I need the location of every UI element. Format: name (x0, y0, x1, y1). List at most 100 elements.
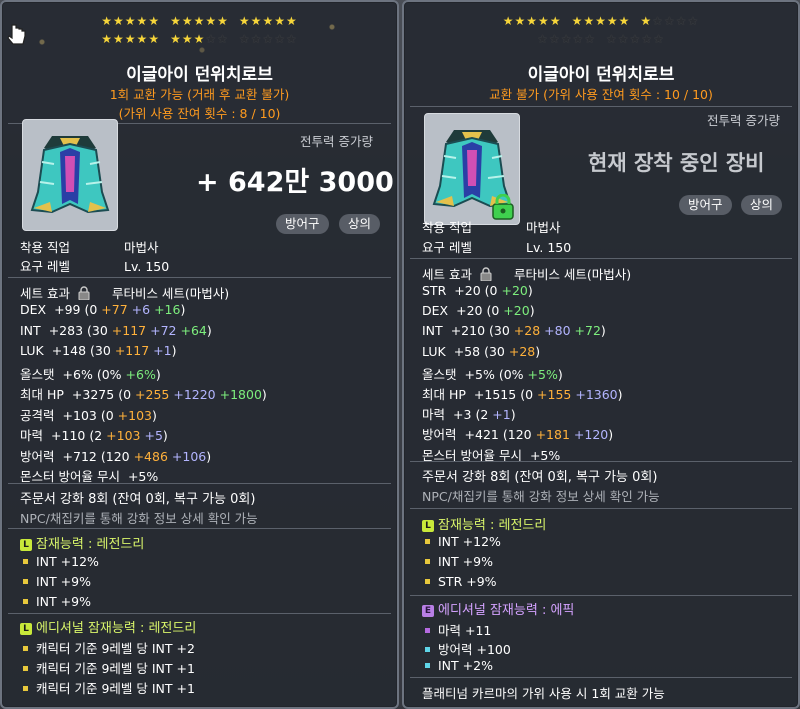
stat-end: ) (510, 407, 516, 423)
stat-end: ) (155, 366, 161, 382)
additional-potential-header: E 에디셔널 잠재능력 : 에픽 (422, 599, 574, 618)
stat-scroll: +106 (167, 448, 207, 464)
star-icon: ★ (262, 32, 275, 46)
stat-scroll: +6 (127, 302, 151, 317)
bullet-icon (23, 666, 28, 671)
stat-name: STR (422, 283, 447, 298)
starforce-row-1: ★★★★★ ★★★★★ ★★★★★ (404, 12, 798, 30)
stat-scroll: +72 (146, 322, 177, 338)
star-icon: ★ (250, 14, 263, 28)
divider (8, 528, 391, 529)
potential-line: STR +9% (422, 574, 497, 589)
item-tooltip-equipped: ★★★★★ ★★★★★ ★★★★★ ★★★★★ ★★★★★ 이글아이 던위치로브 교환… (402, 0, 800, 709)
star-icon: ★ (205, 32, 218, 46)
stat-name: 마력 (20, 428, 44, 443)
potential-text: 방어력 +100 (438, 642, 511, 657)
stat-row: 최대 HP +3275 (0 +255 +1220 +1800) (20, 384, 267, 403)
star-icon: ★ (572, 32, 585, 46)
stat-base: (0 (520, 387, 538, 402)
stat-row: 마력 +110 (2 +103 +5) (20, 425, 168, 444)
star-icon: ★ (101, 32, 114, 46)
stat-scroll: +5 (140, 428, 163, 443)
stat-total: +5% (127, 469, 159, 484)
potential-line: INT +12% (20, 554, 99, 569)
potential-text: 캐릭터 기준 9레벨 당 INT +1 (36, 681, 195, 696)
stat-end: ) (171, 343, 177, 358)
divider (8, 483, 391, 484)
npc-info: NPC/채집키를 통해 강화 정보 상세 확인 가능 (422, 489, 660, 504)
equipped-status: 현재 장착 중인 장비 (588, 151, 765, 175)
req-job-label: 착용 직업 (20, 240, 70, 255)
bullet-icon (23, 646, 28, 651)
stat-total: +103 (62, 407, 97, 423)
req-job-row: 착용 직업 마법사 (422, 217, 561, 236)
stat-total: +210 (450, 323, 486, 339)
star-icon: ★ (606, 14, 619, 28)
set-effect-row[interactable]: 세트 효과 루타비스 세트(마법사) (422, 264, 631, 283)
stat-base: (0% (498, 366, 528, 382)
stat-base: (0 (100, 407, 118, 423)
bullet-icon (425, 539, 430, 544)
item-tooltip-hovered: ★★★★★ ★★★★★ ★★★★★ ★★★★★ ★★★★★ ★★★★★ 이글아이 던위치… (0, 0, 401, 709)
stat-row: LUK +148 (30 +117 +1) (20, 343, 176, 358)
upgrade-info: 주문서 강화 8회 (잔여 0회, 복구 가능 0회) (422, 470, 658, 485)
stat-name: 방어력 (422, 427, 457, 443)
star-icon: ★ (113, 14, 125, 28)
star-icon: ★ (193, 14, 206, 28)
potential-line: 캐릭터 기준 9레벨 당 INT +2 (20, 638, 195, 657)
potential-line: INT +9% (20, 594, 91, 609)
starforce-row-2: ★★★★★ ★★★★★ ★★★★★ (2, 30, 397, 48)
stat-scroll: +1 (149, 343, 172, 358)
stat-end: ) (162, 428, 168, 443)
stat-flame: +28 (508, 343, 536, 359)
starforce-row-2: ★★★★★ ★★★★★ (404, 30, 798, 48)
stat-total: +283 (48, 322, 84, 338)
star-icon: ★ (274, 32, 286, 46)
robe-icon (30, 136, 110, 214)
stat-end: ) (206, 322, 212, 338)
stat-starforce: +64 (176, 322, 207, 338)
req-level-row: 요구 레벨 Lv. 150 (422, 237, 571, 256)
potential-text: INT +9% (36, 594, 91, 609)
stat-row: 마력 +3 (2 +1) (422, 404, 516, 423)
star-icon: ★ (640, 14, 653, 28)
divider (410, 106, 792, 107)
star-icon: ★ (285, 14, 298, 28)
stat-base: (2 (475, 407, 493, 423)
divider (410, 677, 792, 678)
star-icon: ★ (583, 14, 596, 28)
stat-row: INT +283 (30 +117 +72 +64) (20, 323, 212, 338)
set-effect-value: 루타비스 세트(마법사) (111, 286, 230, 301)
combat-power-label: 전투력 증가량 (300, 134, 373, 149)
stat-end: ) (206, 448, 212, 464)
star-icon: ★ (193, 32, 206, 46)
item-name: 이글아이 던위치로브 (527, 65, 675, 85)
stat-total: +20 (456, 303, 483, 319)
star-icon: ★ (537, 32, 549, 46)
stat-flame: +77 (101, 302, 128, 317)
req-job-label: 착용 직업 (422, 220, 472, 235)
stat-name: 몬스터 방어율 무시 (20, 469, 120, 484)
stat-end: ) (529, 303, 535, 319)
stat-total: +3275 (71, 387, 115, 402)
stat-starforce: +20 (503, 303, 530, 319)
set-effect-row[interactable]: 세트 효과 루타비스 세트(마법사) (20, 283, 229, 302)
stat-starforce: +1800 (215, 387, 262, 402)
bullet-icon (425, 647, 430, 652)
legendary-grade-icon: L (20, 539, 32, 551)
stat-flame: +255 (135, 387, 170, 402)
star-icon: ★ (124, 14, 137, 28)
star-icon: ★ (687, 14, 700, 28)
stat-starforce: +16 (150, 302, 181, 317)
set-effect-value: 루타비스 세트(마법사) (513, 267, 632, 282)
star-icon: ★ (606, 32, 618, 46)
potential-line: INT +9% (20, 574, 91, 589)
legendary-grade-icon: L (422, 520, 434, 532)
stat-row: 올스탯 +6% (0% +6%) (20, 364, 161, 383)
stat-total: +712 (62, 448, 97, 464)
potential-header-text: 잠재능력 : 레전드리 (438, 518, 547, 533)
stat-name: DEX (422, 303, 449, 319)
potential-text: STR +9% (438, 574, 497, 589)
stat-base: (0 (84, 302, 102, 317)
star-icon: ★ (124, 32, 137, 46)
